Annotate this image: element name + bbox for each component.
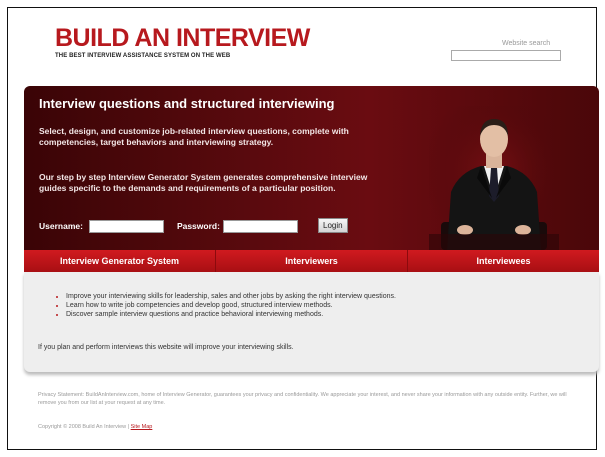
sitemap-link[interactable]: Site Map xyxy=(131,424,153,430)
copyright-line: Copyright © 2008 Build An Interview | Si… xyxy=(38,424,152,430)
username-input[interactable] xyxy=(88,219,164,233)
login-form: Username: Password: xyxy=(39,218,298,234)
login-button[interactable]: Login xyxy=(318,218,348,233)
main-nav: Interview Generator System Interviewers … xyxy=(24,250,599,272)
search-input[interactable] xyxy=(451,50,561,61)
hero-paragraph: Select, design, and customize job-relate… xyxy=(39,126,349,147)
list-item: Learn how to write job competencies and … xyxy=(66,301,396,310)
nav-item-interviewers[interactable]: Interviewers xyxy=(216,250,408,272)
content-panel: Improve your interviewing skills for lea… xyxy=(24,272,599,372)
list-item: Improve your interviewing skills for lea… xyxy=(66,292,396,301)
password-label: Password: xyxy=(176,221,220,231)
hero-banner: Interview questions and structured inter… xyxy=(24,86,599,250)
list-item: Discover sample interview questions and … xyxy=(66,310,396,319)
search-label: Website search xyxy=(502,40,551,47)
site-logo-subtitle: THE BEST INTERVIEW ASSISTANCE SYSTEM ON … xyxy=(55,53,231,59)
copyright-text: Copyright © 2008 Build An Interview | xyxy=(38,424,130,430)
businessman-photo xyxy=(429,106,559,250)
closing-text: If you plan and perform interviews this … xyxy=(38,344,294,351)
privacy-statement: Privacy Statement: BuildAnInterview.com,… xyxy=(38,392,567,406)
site-logo-title[interactable]: BUILD AN INTERVIEW xyxy=(55,24,310,53)
nav-item-interviewees[interactable]: Interviewees xyxy=(408,250,599,272)
benefits-list: Improve your interviewing skills for lea… xyxy=(54,292,396,319)
nav-item-interview-generator[interactable]: Interview Generator System xyxy=(24,250,216,272)
username-label: Username: xyxy=(39,221,83,231)
hero-paragraph: Our step by step Interview Generator Sys… xyxy=(39,172,368,193)
password-input[interactable] xyxy=(222,219,298,233)
hero-heading: Interview questions and structured inter… xyxy=(39,96,335,111)
